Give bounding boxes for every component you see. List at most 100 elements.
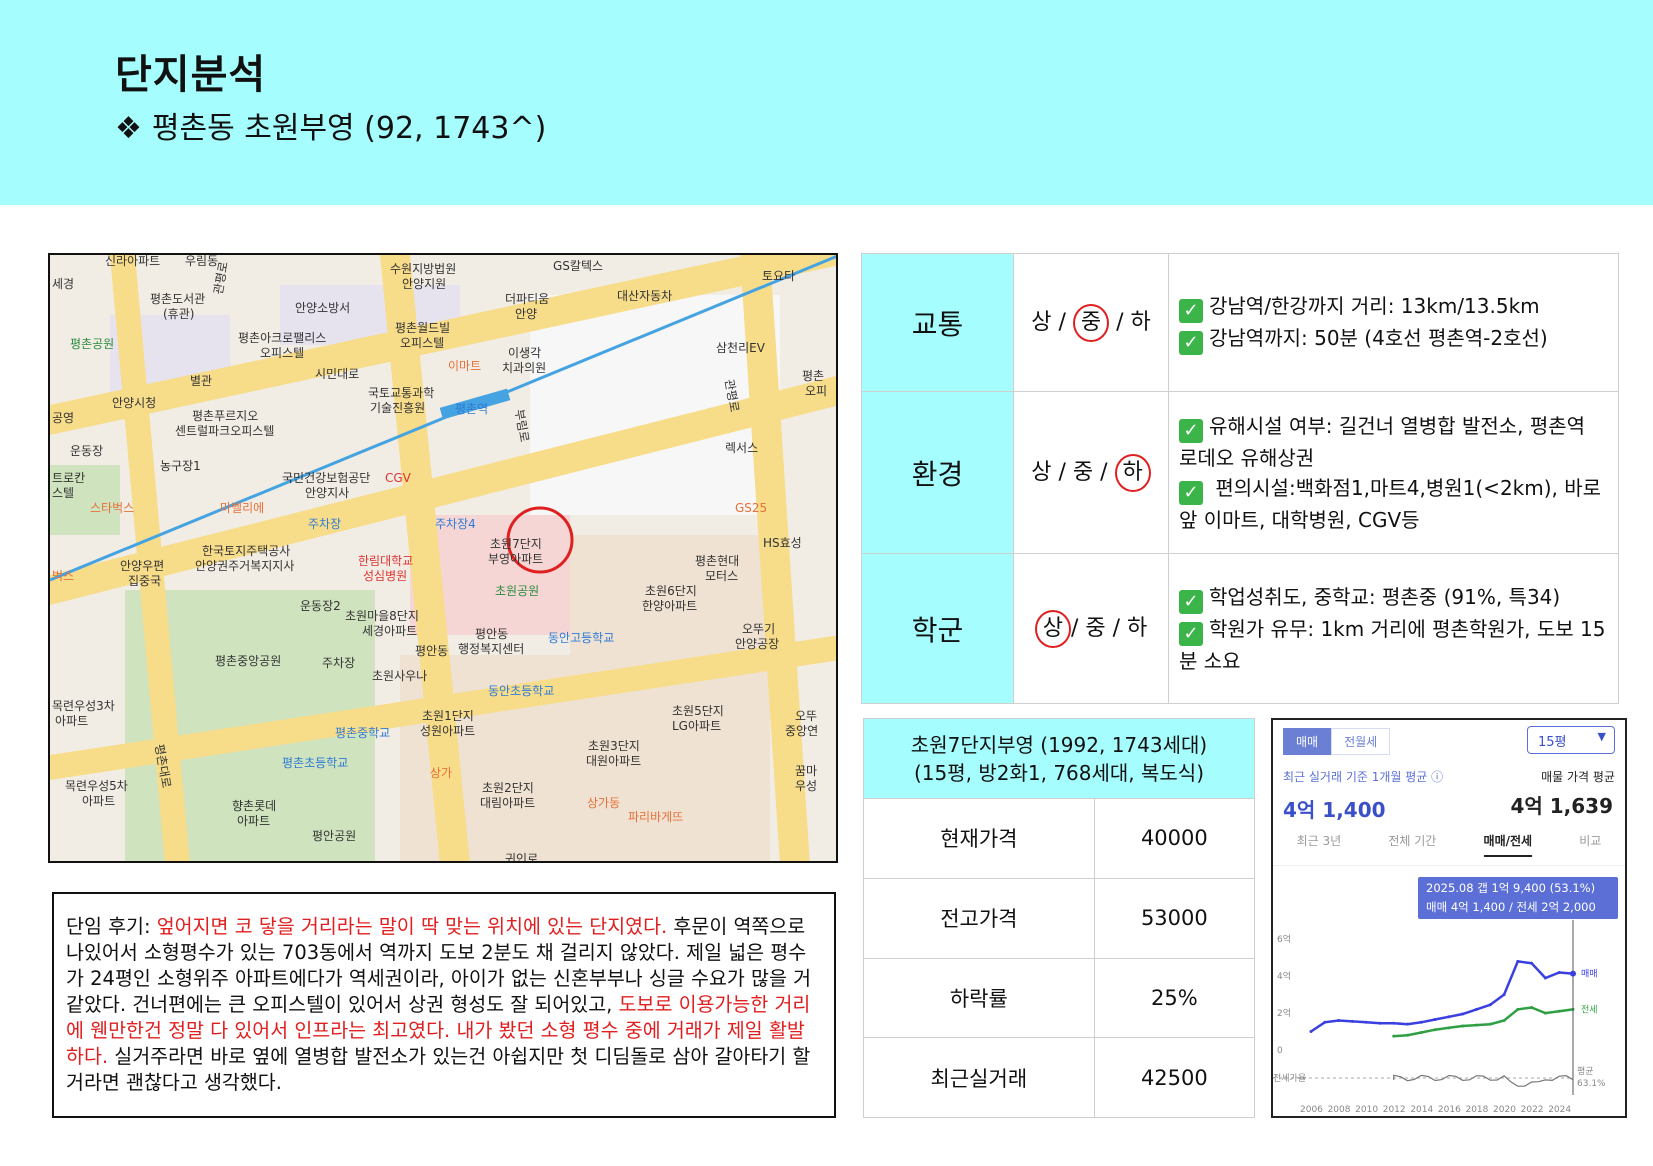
row-label: 현재가격 [863,798,1095,879]
map-label: 중앙연 [785,724,818,738]
map-label: 아파트 [82,794,115,808]
map-label: 평촌 [802,369,824,383]
map-label: 세경 [52,277,74,291]
data-point [1392,1021,1396,1025]
review-box: 단임 후기: 엎어지면 코 닿을 거리라는 말이 딱 맞는 위치에 있는 단지였… [52,892,836,1118]
row-label: 하락률 [863,957,1095,1039]
tab-sale[interactable]: 매매 [1283,728,1332,755]
data-point [1406,1033,1410,1037]
checkbox-checked-icon: ✓ [1179,621,1203,646]
map-label: 평촌중앙공원 [215,654,281,668]
subtitle-text: 평촌동 초원부영 (92, 1743^) [151,111,547,146]
series-line-매매 [1310,960,1574,1033]
data-point [1543,1011,1547,1015]
tab-jeonse[interactable]: 전월세 [1331,728,1391,755]
data-point [1309,1030,1313,1034]
map-label: 삼천리EV [716,340,766,355]
grade-low: 하 [1127,615,1148,641]
map-label: 초원3단지 [588,739,640,753]
x-tick-label: 2012 [1383,1105,1406,1115]
tab-recent-3y[interactable]: 최근 3년 [1297,832,1342,857]
rating-description: ✓ 학업성취도, 중학교: 평촌중 (91%, 특34) ✓ 학원가 유무: 1km… [1168,553,1619,704]
row-value: 53000 [1093,877,1256,959]
data-point [1488,1022,1492,1026]
size-select[interactable]: 15평 ▼ [1527,726,1615,754]
map-label: 대원아파트 [586,754,641,768]
location-map[interactable]: 신라아파트 우림동 세경 평촌도서관 (휴관) 평촌공원 평촌아크로팰리스 오피… [48,253,838,863]
map-label: 초원마을8단지 [345,609,419,623]
size-select-value: 15평 [1538,735,1567,750]
map-label: 이생각 [508,346,541,360]
rating-row-transport: 교통 상 / 중 / 하 ✓ 강남역/한강까지 거리: 13km/13.5km ✓… [861,253,1619,392]
ratio-line [1393,1074,1574,1087]
grade-high: 상 [1031,459,1052,485]
map-label: 우성 [795,779,817,793]
y-tick-label: 0 [1277,1046,1283,1056]
period-tabs: 최근 3년 전체 기간 매매/전세 비교 [1273,832,1625,866]
data-point [1557,1009,1561,1013]
x-tick-label: 2008 [1328,1105,1351,1115]
map-label: 동안초등학교 [488,684,554,698]
map-label: 센트럴파크오피스텔 [175,424,274,438]
map-label: 이마트 [448,359,481,373]
rating-grade: 상 / 중 / 하 [1013,253,1169,392]
data-point [1461,1012,1465,1016]
map-label: 주차장4 [435,517,476,531]
map-label: 안양소방서 [295,301,350,315]
data-point [1516,1007,1520,1011]
map-label: 초원공원 [495,584,539,598]
data-point [1433,1018,1437,1022]
data-point [1323,1020,1327,1024]
rating-grade: 상 / 중 / 하 [1013,391,1169,554]
data-point [1378,1021,1382,1025]
price-chart-widget: 매매 전월세 15평 ▼ 최근 실거래 기준 1개월 평균 ⓘ 매물 가격 평균… [1271,718,1627,1118]
map-label: 꿈마 [795,764,817,778]
map-label: 향촌롯데 [232,799,276,813]
row-value: 25% [1093,957,1256,1039]
avg-label: 평균 [1577,1066,1594,1077]
map-label: 스타벅스 [90,501,134,515]
data-point [1364,1020,1368,1024]
list-item: ✓ 유해시설 여부: 길건너 열병합 발전소, 평촌역 로데오 유해상권 [1179,413,1586,470]
tab-all-period[interactable]: 전체 기간 [1388,832,1436,857]
map-label: GS칼텍스 [553,259,603,273]
rating-table: 교통 상 / 중 / 하 ✓ 강남역/한강까지 거리: 13km/13.5km ✓… [861,253,1619,704]
map-label: 한양아파트 [642,599,697,613]
legend-jeonse: 전세 [1581,1004,1598,1015]
data-point [1543,976,1547,980]
chart-tooltip: 2025.08 갭 1억 9,400 (53.1%) 매매 4억 1,400 /… [1418,877,1618,919]
map-label: 평촌공원 [70,337,114,351]
tab-compare[interactable]: 비교 [1579,832,1601,857]
grade-mid: 중 [1072,459,1094,485]
map-label: 주차장 [308,517,341,531]
map-label: 세경아파트 [362,624,417,638]
map-label: 더파티움 [505,292,549,306]
map-label: 스텔 [52,486,74,500]
data-point [1350,1019,1354,1023]
y-tick-label: 2억 [1277,1007,1291,1019]
map-label: 토요타 [762,269,795,283]
map-label: 안양시청 [112,396,156,410]
map-label: LG아파트 [672,719,721,733]
price-table: 초원7단지부영 (1992, 1743세대) (15평, 방2화1, 768세대… [863,718,1256,1118]
data-point [1406,1022,1410,1026]
map-label: 신라아파트 [105,255,160,268]
rating-grade: 상 / 중 / 하 [1013,553,1169,704]
map-label: 안양권주거복지지사 [195,559,294,573]
map-label: 안양우편 [120,559,164,573]
map-label: 국토교통과학 [368,386,434,400]
chevron-down-icon: ▼ [1597,730,1606,743]
cursor-point [1570,970,1576,977]
tab-sale-jeonse[interactable]: 매매/전세 [1483,832,1533,857]
grade-mid-circled: 중 [1072,303,1110,342]
map-label: 목련우성5차 [65,779,128,793]
tooltip-line-2: 매매 4억 1,400 / 전세 2억 2,000 [1426,900,1596,914]
list-item: ✓ 학원가 유무: 1km 거리에 평촌학원가, 도보 15분 소요 [1179,616,1606,673]
data-point [1447,1026,1451,1030]
data-point [1337,1018,1341,1022]
map-label: 초원사우나 [372,669,427,683]
map-canvas: 신라아파트 우림동 세경 평촌도서관 (휴관) 평촌공원 평촌아크로팰리스 오피… [50,255,836,861]
data-point [1557,970,1561,974]
map-label: 초원7단지 [490,537,542,551]
map-label: 파리바게뜨 [628,810,683,824]
